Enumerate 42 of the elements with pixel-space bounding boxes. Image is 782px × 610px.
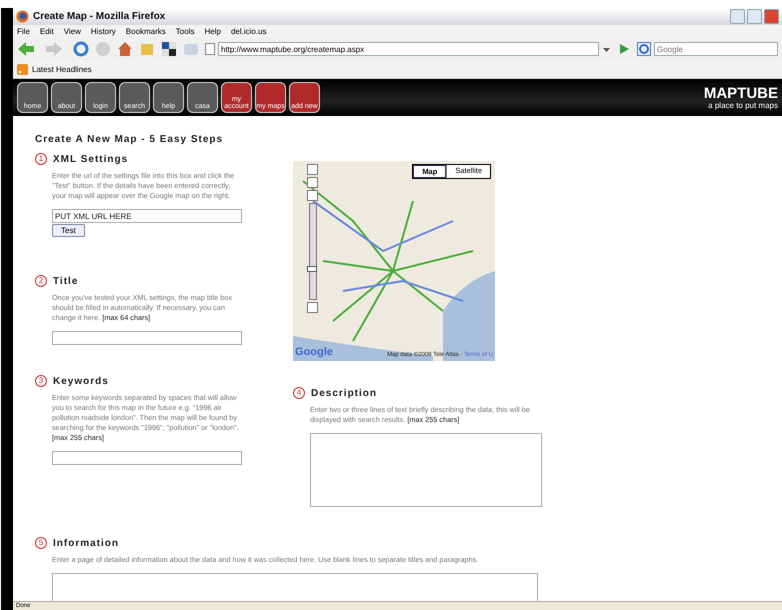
menu-item[interactable]: History: [90, 27, 116, 36]
search-engine-icon[interactable]: [637, 42, 651, 56]
menu-item[interactable]: View: [64, 27, 81, 36]
step-title: XML Settings: [53, 154, 128, 164]
grid-icon[interactable]: [161, 41, 177, 57]
step-title: Keywords: [53, 376, 109, 386]
go-icon[interactable]: [617, 42, 631, 56]
text-field[interactable]: [52, 331, 242, 345]
step-number: 5: [35, 537, 47, 549]
rss-icon: [17, 64, 28, 74]
menu-item[interactable]: del.icio.us: [230, 27, 267, 36]
home-icon[interactable]: [117, 41, 133, 57]
bookmark-link[interactable]: Latest Headlines: [32, 64, 92, 74]
logo-tagline: a place to put maps: [708, 100, 778, 110]
step-title: Title: [53, 276, 78, 286]
site-logo: MAPTUBE: [704, 86, 778, 100]
step-title: Description: [311, 388, 378, 398]
map-logo: Google: [295, 346, 333, 358]
step-number: 2: [35, 275, 47, 287]
text-area[interactable]: [310, 433, 542, 507]
page-icon: [205, 43, 215, 55]
menu-item[interactable]: Edit: [40, 27, 54, 36]
window-title: Create Map - Mozilla Firefox: [33, 11, 166, 22]
menu-item[interactable]: File: [17, 27, 30, 36]
test-button[interactable]: Test: [52, 224, 85, 237]
step-number: 3: [35, 375, 47, 387]
search-field[interactable]: Google: [654, 42, 778, 56]
zoom-slider-thumb[interactable]: [306, 266, 316, 272]
text-area[interactable]: [52, 573, 538, 601]
page-heading: Create A New Map - 5 Easy Steps: [35, 134, 224, 145]
step-title: Information: [53, 538, 119, 548]
menu-item[interactable]: Tools: [176, 27, 194, 36]
step-number: 4: [293, 387, 305, 399]
text-field[interactable]: [52, 451, 242, 465]
text-field[interactable]: PUT XML URL HERE: [52, 209, 242, 223]
close-button[interactable]: [764, 9, 779, 24]
minimize-button[interactable]: [730, 9, 745, 24]
restore-button[interactable]: [747, 9, 762, 24]
step-number: 1: [35, 153, 47, 165]
address-field[interactable]: http://www.maptube.org/createmap.aspx: [218, 42, 599, 56]
menu-item[interactable]: Help: [204, 27, 221, 36]
menu-item[interactable]: Bookmarks: [126, 27, 166, 36]
